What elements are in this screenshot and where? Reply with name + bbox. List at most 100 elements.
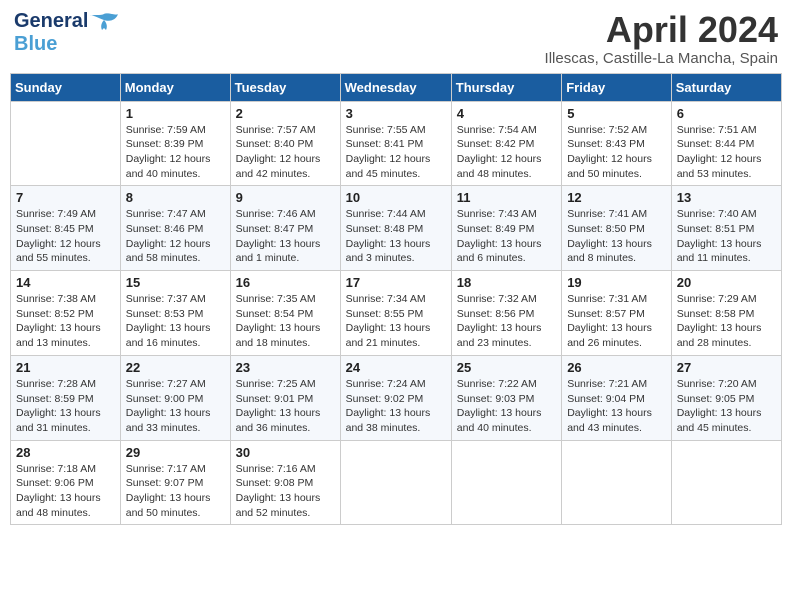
day-info: Sunrise: 7:49 AMSunset: 8:45 PMDaylight:…	[16, 207, 115, 266]
sunrise-text: Sunrise: 7:49 AM	[16, 207, 115, 222]
calendar-table: SundayMondayTuesdayWednesdayThursdayFrid…	[10, 73, 782, 526]
calendar-title: April 2024	[545, 10, 778, 50]
sunrise-text: Sunrise: 7:38 AM	[16, 292, 115, 307]
day-number: 20	[677, 275, 776, 290]
day-number: 26	[567, 360, 666, 375]
day-info: Sunrise: 7:17 AMSunset: 9:07 PMDaylight:…	[126, 462, 225, 521]
day-number: 8	[126, 190, 225, 205]
calendar-cell: 13Sunrise: 7:40 AMSunset: 8:51 PMDayligh…	[671, 186, 781, 271]
day-info: Sunrise: 7:25 AMSunset: 9:01 PMDaylight:…	[236, 377, 335, 436]
daylight-text: Daylight: 13 hours and 21 minutes.	[346, 321, 446, 350]
sunrise-text: Sunrise: 7:44 AM	[346, 207, 446, 222]
col-header-monday: Monday	[120, 73, 230, 101]
sunset-text: Sunset: 9:01 PM	[236, 392, 335, 407]
daylight-text: Daylight: 13 hours and 11 minutes.	[677, 237, 776, 266]
day-info: Sunrise: 7:43 AMSunset: 8:49 PMDaylight:…	[457, 207, 556, 266]
daylight-text: Daylight: 12 hours and 48 minutes.	[457, 152, 556, 181]
daylight-text: Daylight: 13 hours and 43 minutes.	[567, 406, 666, 435]
col-header-tuesday: Tuesday	[230, 73, 340, 101]
calendar-cell: 22Sunrise: 7:27 AMSunset: 9:00 PMDayligh…	[120, 355, 230, 440]
day-info: Sunrise: 7:41 AMSunset: 8:50 PMDaylight:…	[567, 207, 666, 266]
daylight-text: Daylight: 12 hours and 50 minutes.	[567, 152, 666, 181]
calendar-cell: 14Sunrise: 7:38 AMSunset: 8:52 PMDayligh…	[11, 271, 121, 356]
calendar-cell: 11Sunrise: 7:43 AMSunset: 8:49 PMDayligh…	[451, 186, 561, 271]
calendar-cell: 1Sunrise: 7:59 AMSunset: 8:39 PMDaylight…	[120, 101, 230, 186]
calendar-cell: 24Sunrise: 7:24 AMSunset: 9:02 PMDayligh…	[340, 355, 451, 440]
calendar-cell: 6Sunrise: 7:51 AMSunset: 8:44 PMDaylight…	[671, 101, 781, 186]
logo-text-general: General	[14, 10, 88, 33]
calendar-subtitle: Illescas, Castille-La Mancha, Spain	[545, 50, 778, 67]
calendar-cell: 5Sunrise: 7:52 AMSunset: 8:43 PMDaylight…	[562, 101, 672, 186]
sunset-text: Sunset: 8:59 PM	[16, 392, 115, 407]
daylight-text: Daylight: 13 hours and 13 minutes.	[16, 321, 115, 350]
calendar-cell: 3 Sunrise: 7:55 AMSunset: 8:41 PMDaylight…	[340, 101, 451, 186]
day-info: Sunrise: 7:35 AMSunset: 8:54 PMDaylight:…	[236, 292, 335, 351]
sunrise-text: Sunrise: 7:31 AM	[567, 292, 666, 307]
calendar-cell	[340, 440, 451, 525]
calendar-cell: 4 Sunrise: 7:54 AMSunset: 8:42 PMDaylight…	[451, 101, 561, 186]
week-row-1: 1Sunrise: 7:59 AMSunset: 8:39 PMDaylight…	[11, 101, 782, 186]
daylight-text: Daylight: 12 hours and 58 minutes.	[126, 237, 225, 266]
sunrise-text: Sunrise: 7:17 AM	[126, 462, 225, 477]
day-info: Sunrise: 7:22 AMSunset: 9:03 PMDaylight:…	[457, 377, 556, 436]
day-info: Sunrise: 7:40 AMSunset: 8:51 PMDaylight:…	[677, 207, 776, 266]
col-header-wednesday: Wednesday	[340, 73, 451, 101]
sunrise-text: Sunrise: 7:20 AM	[677, 377, 776, 392]
sunset-text: Sunset: 8:54 PM	[236, 307, 335, 322]
sunset-text: Sunset: 8:56 PM	[457, 307, 556, 322]
calendar-cell: 8Sunrise: 7:47 AMSunset: 8:46 PMDaylight…	[120, 186, 230, 271]
sunset-text: Sunset: 8:58 PM	[677, 307, 776, 322]
daylight-text: Daylight: 13 hours and 50 minutes.	[126, 491, 225, 520]
page-header: General Blue April 2024 Illescas, Castil…	[10, 10, 782, 67]
daylight-text: Daylight: 13 hours and 36 minutes.	[236, 406, 335, 435]
day-info: Sunrise: 7:51 AMSunset: 8:44 PMDaylight:…	[677, 123, 776, 182]
daylight-text: Daylight: 13 hours and 38 minutes.	[346, 406, 446, 435]
day-number: 28	[16, 445, 115, 460]
calendar-cell: 15Sunrise: 7:37 AMSunset: 8:53 PMDayligh…	[120, 271, 230, 356]
day-number: 4	[457, 106, 556, 121]
sunrise-text: Sunrise: 7:16 AM	[236, 462, 335, 477]
day-number: 7	[16, 190, 115, 205]
daylight-text: Daylight: 13 hours and 3 minutes.	[346, 237, 446, 266]
sunrise-text: Sunrise: 7:28 AM	[16, 377, 115, 392]
sunset-text: Sunset: 9:07 PM	[126, 476, 225, 491]
day-info: Sunrise: 7:44 AMSunset: 8:48 PMDaylight:…	[346, 207, 446, 266]
daylight-text: Daylight: 12 hours and 55 minutes.	[16, 237, 115, 266]
sunset-text: Sunset: 9:00 PM	[126, 392, 225, 407]
day-number: 29	[126, 445, 225, 460]
day-info: Sunrise: 7:54 AMSunset: 8:42 PMDaylight:…	[457, 123, 556, 182]
sunset-text: Sunset: 8:39 PM	[126, 137, 225, 152]
calendar-header-row: SundayMondayTuesdayWednesdayThursdayFrid…	[11, 73, 782, 101]
daylight-text: Daylight: 13 hours and 6 minutes.	[457, 237, 556, 266]
day-number: 1	[126, 106, 225, 121]
calendar-cell: 16Sunrise: 7:35 AMSunset: 8:54 PMDayligh…	[230, 271, 340, 356]
day-info: Sunrise: 7:28 AMSunset: 8:59 PMDaylight:…	[16, 377, 115, 436]
day-info: Sunrise: 7:34 AMSunset: 8:55 PMDaylight:…	[346, 292, 446, 351]
calendar-cell: 10Sunrise: 7:44 AMSunset: 8:48 PMDayligh…	[340, 186, 451, 271]
sunset-text: Sunset: 9:08 PM	[236, 476, 335, 491]
calendar-cell: 21Sunrise: 7:28 AMSunset: 8:59 PMDayligh…	[11, 355, 121, 440]
calendar-cell: 18Sunrise: 7:32 AMSunset: 8:56 PMDayligh…	[451, 271, 561, 356]
daylight-text: Daylight: 12 hours and 53 minutes.	[677, 152, 776, 181]
day-info: Sunrise: 7:18 AMSunset: 9:06 PMDaylight:…	[16, 462, 115, 521]
daylight-text: Daylight: 13 hours and 26 minutes.	[567, 321, 666, 350]
daylight-text: Daylight: 13 hours and 45 minutes.	[677, 406, 776, 435]
day-number: 3	[346, 106, 446, 121]
sunrise-text: Sunrise: 7:54 AM	[457, 123, 556, 138]
sunrise-text: Sunrise: 7:25 AM	[236, 377, 335, 392]
day-info: Sunrise: 7:31 AMSunset: 8:57 PMDaylight:…	[567, 292, 666, 351]
calendar-cell: 30Sunrise: 7:16 AMSunset: 9:08 PMDayligh…	[230, 440, 340, 525]
sunset-text: Sunset: 8:53 PM	[126, 307, 225, 322]
sunset-text: Sunset: 8:45 PM	[16, 222, 115, 237]
daylight-text: Daylight: 13 hours and 23 minutes.	[457, 321, 556, 350]
calendar-cell: 28 Sunrise: 7:18 AMSunset: 9:06 PMDayligh…	[11, 440, 121, 525]
sunset-text: Sunset: 8:52 PM	[16, 307, 115, 322]
day-info: Sunrise: 7:55 AMSunset: 8:41 PMDaylight:…	[346, 123, 446, 182]
calendar-cell: 23Sunrise: 7:25 AMSunset: 9:01 PMDayligh…	[230, 355, 340, 440]
calendar-cell: 7 Sunrise: 7:49 AMSunset: 8:45 PMDaylight…	[11, 186, 121, 271]
week-row-5: 28 Sunrise: 7:18 AMSunset: 9:06 PMDayligh…	[11, 440, 782, 525]
day-number: 5	[567, 106, 666, 121]
sunset-text: Sunset: 8:51 PM	[677, 222, 776, 237]
sunrise-text: Sunrise: 7:47 AM	[126, 207, 225, 222]
daylight-text: Daylight: 13 hours and 18 minutes.	[236, 321, 335, 350]
